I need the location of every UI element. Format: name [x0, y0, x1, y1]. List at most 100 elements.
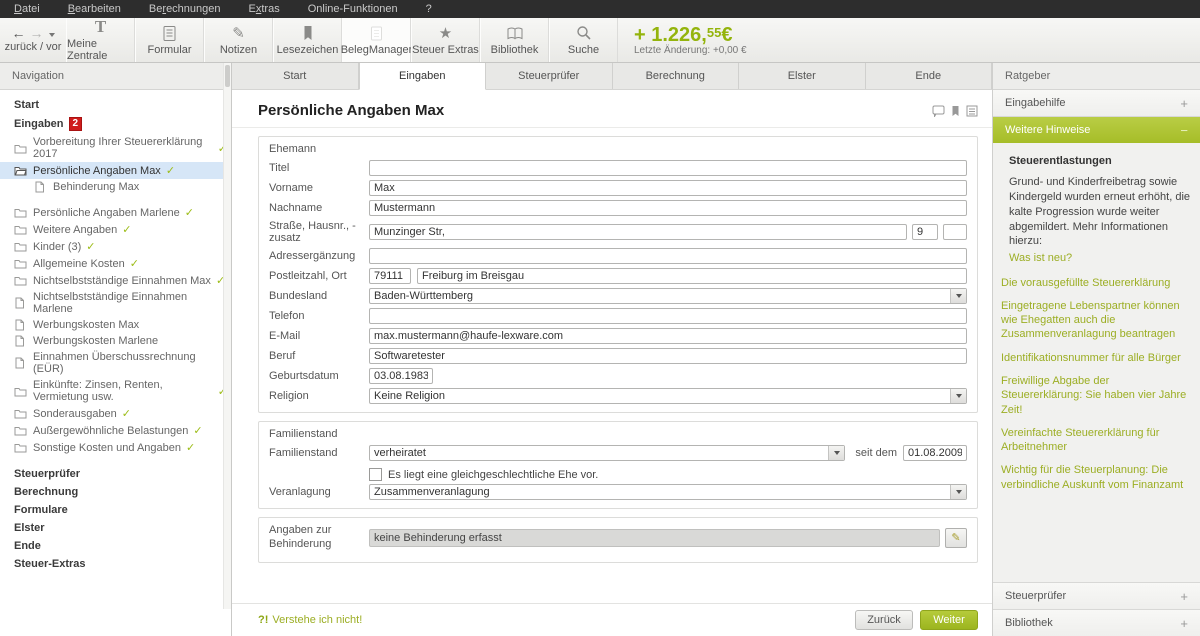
hinweis-link[interactable]: Vereinfachte Steuererklärung für Arbeitn…: [1001, 426, 1190, 455]
history-nav-label: zurück / vor: [5, 41, 62, 53]
accordion-bibliothek[interactable]: Bibliothek +: [993, 609, 1200, 636]
steuer-extras-icon: ★: [439, 24, 452, 42]
hinweis-link[interactable]: Eingetragene Lebenspartner können wie Eh…: [1001, 299, 1190, 342]
menu-extras[interactable]: Extras: [235, 3, 294, 15]
folder-icon: [14, 143, 29, 154]
telefon-input[interactable]: [369, 308, 967, 324]
history-nav[interactable]: ← → zurück / vor: [0, 18, 66, 62]
sidebar-item-euer[interactable]: Einnahmen Überschussrechnung (EÜR): [0, 349, 231, 377]
list-icon[interactable]: [966, 105, 978, 117]
forward-icon[interactable]: →: [30, 27, 44, 39]
sidebar-item-persoenliche-angaben-max[interactable]: Persönliche Angaben Max ✓: [0, 162, 231, 179]
check-icon: ✓: [122, 223, 131, 236]
veranlagung-select[interactable]: Zusammenveranlagung: [369, 484, 967, 500]
formular-button[interactable]: Formular: [135, 18, 204, 62]
accordion-steuerpruefer[interactable]: Steuerprüfer +: [993, 582, 1200, 609]
beruf-input[interactable]: [369, 348, 967, 364]
menu-bearbeiten[interactable]: Bearbeiten: [54, 3, 135, 15]
page-title: Persönliche Angaben Max: [258, 102, 932, 119]
was-ist-neu-link[interactable]: Was ist neu?: [1009, 251, 1190, 265]
sidebar-item-steuerpruefer[interactable]: Steuerprüfer: [0, 465, 231, 483]
accordion-weitere-hinweise[interactable]: Weitere Hinweise −: [993, 117, 1200, 143]
familienstand-label: Familienstand: [269, 447, 369, 459]
folder-icon: [14, 386, 29, 397]
tab-eingaben[interactable]: Eingaben: [359, 63, 487, 90]
gleichgeschlechtliche-ehe-checkbox[interactable]: [369, 468, 382, 481]
religion-select[interactable]: Keine Religion: [369, 388, 967, 404]
document-icon: [14, 319, 29, 331]
hinweise-paragraph: Grund- und Kinderfreibetrag sowie Kinder…: [1009, 175, 1190, 249]
hinweis-link[interactable]: Identifikationsnummer für alle Bürger: [1001, 351, 1190, 365]
sidebar-item-berechnung[interactable]: Berechnung: [0, 483, 231, 501]
sidebar-item-eingaben[interactable]: Eingaben2: [0, 114, 231, 134]
seit-dem-input[interactable]: [903, 445, 967, 461]
accordion-eingabehilfe[interactable]: Eingabehilfe +: [993, 90, 1200, 117]
sidebar-item-persoenliche-angaben-marlene[interactable]: Persönliche Angaben Marlene ✓: [0, 204, 231, 221]
hinweis-link[interactable]: Die vorausgefüllte Steuererklärung: [1001, 276, 1190, 290]
weiter-button[interactable]: Weiter: [920, 610, 978, 630]
sidebar-item-ende[interactable]: Ende: [0, 537, 231, 555]
sidebar-item-kinder[interactable]: Kinder (3) ✓: [0, 238, 231, 255]
suche-button[interactable]: Suche: [549, 18, 618, 62]
adressergaenzung-input[interactable]: [369, 248, 967, 264]
bibliothek-button[interactable]: Bibliothek: [480, 18, 549, 62]
ort-input[interactable]: [417, 268, 967, 284]
belegmanager-icon: [369, 24, 384, 42]
hinweis-link[interactable]: Freiwillige Abgabe der Steuererklärung: …: [1001, 374, 1190, 417]
hinweis-link[interactable]: Wichtig für die Steuerplanung: Die verbi…: [1001, 463, 1190, 492]
bookmark-icon[interactable]: [951, 105, 960, 117]
sidebar-item-nichtselbststaendige-einnahmen-max[interactable]: Nichtselbstständige Einnahmen Max ✓: [0, 272, 231, 289]
sidebar-item-werbungskosten-max[interactable]: Werbungskosten Max: [0, 317, 231, 333]
back-icon[interactable]: ←: [12, 27, 26, 39]
plz-input[interactable]: [369, 268, 411, 284]
sidebar-item-vorbereitung[interactable]: Vorbereitung Ihrer Steuererklärung 2017 …: [0, 134, 231, 162]
sidebar-item-einkuenfte[interactable]: Einkünfte: Zinsen, Renten, Vermietung us…: [0, 377, 231, 405]
email-input[interactable]: [369, 328, 967, 344]
sidebar-item-werbungskosten-marlene[interactable]: Werbungskosten Marlene: [0, 333, 231, 349]
sidebar-item-weitere-angaben[interactable]: Weitere Angaben ✓: [0, 221, 231, 238]
hausnr-zusatz-input[interactable]: [943, 224, 967, 240]
lesezeichen-button[interactable]: Lesezeichen: [273, 18, 342, 62]
tab-elster[interactable]: Elster: [739, 63, 866, 89]
familienstand-select[interactable]: verheiratet: [369, 445, 845, 461]
sidebar-item-start[interactable]: Start: [0, 96, 231, 114]
tab-ende[interactable]: Ende: [866, 63, 993, 89]
menu-online-funktionen[interactable]: Online-Funktionen: [294, 3, 412, 15]
sidebar-scrollbar[interactable]: [223, 63, 231, 609]
ehemann-fieldset: Ehemann Titel Vorname Nachname Straße, H…: [258, 136, 978, 413]
edit-behinderung-button[interactable]: ✎: [945, 528, 967, 548]
menu-datei[interactable]: Datei: [0, 3, 54, 15]
sidebar-item-sonstige-kosten[interactable]: Sonstige Kosten und Angaben ✓: [0, 439, 231, 456]
sidebar-item-aussergewoehnliche-belastungen[interactable]: Außergewöhnliche Belastungen ✓: [0, 422, 231, 439]
strasse-input[interactable]: [369, 224, 907, 240]
titel-input[interactable]: [369, 160, 967, 176]
geburtsdatum-input[interactable]: [369, 368, 433, 384]
sidebar-item-elster[interactable]: Elster: [0, 519, 231, 537]
sidebar-item-behinderung-max[interactable]: Behinderung Max: [0, 179, 231, 195]
bundesland-select[interactable]: Baden-Württemberg: [369, 288, 967, 304]
notizen-button[interactable]: ✎ Notizen: [204, 18, 273, 62]
sidebar-item-nichtselbststaendige-einnahmen-marlene[interactable]: Nichtselbstständige Einnahmen Marlene: [0, 289, 231, 317]
tab-berechnung[interactable]: Berechnung: [613, 63, 740, 89]
sidebar-item-sonderausgaben[interactable]: Sonderausgaben ✓: [0, 405, 231, 422]
steuer-extras-button[interactable]: ★ Steuer Extras: [411, 18, 480, 62]
minus-icon: −: [1180, 123, 1188, 138]
sidebar-item-formulare[interactable]: Formulare: [0, 501, 231, 519]
vorname-input[interactable]: [369, 180, 967, 196]
menu-berechnungen[interactable]: Berechnungen: [135, 3, 235, 15]
meine-zentrale-button[interactable]: T Meine Zentrale: [66, 18, 135, 62]
menu-help[interactable]: ?: [412, 3, 446, 15]
history-caret-icon[interactable]: [49, 33, 55, 37]
menubar: Datei Bearbeiten Berechnungen Extras Onl…: [0, 0, 1200, 18]
note-icon[interactable]: [932, 105, 945, 117]
tab-steuerpruefer[interactable]: Steuerprüfer: [486, 63, 613, 89]
sidebar-item-steuer-extras[interactable]: Steuer-Extras: [0, 555, 231, 573]
zurueck-button[interactable]: Zurück: [855, 610, 913, 630]
sidebar-item-allgemeine-kosten[interactable]: Allgemeine Kosten ✓: [0, 255, 231, 272]
belegmanager-button[interactable]: BelegManager: [342, 18, 411, 62]
nachname-input[interactable]: [369, 200, 967, 216]
tab-start[interactable]: Start: [232, 63, 359, 89]
verstehe-ich-nicht-link[interactable]: ?!Verstehe ich nicht!: [258, 614, 362, 626]
sidebar-scrollbar-thumb[interactable]: [225, 65, 230, 87]
hausnr-input[interactable]: [912, 224, 938, 240]
